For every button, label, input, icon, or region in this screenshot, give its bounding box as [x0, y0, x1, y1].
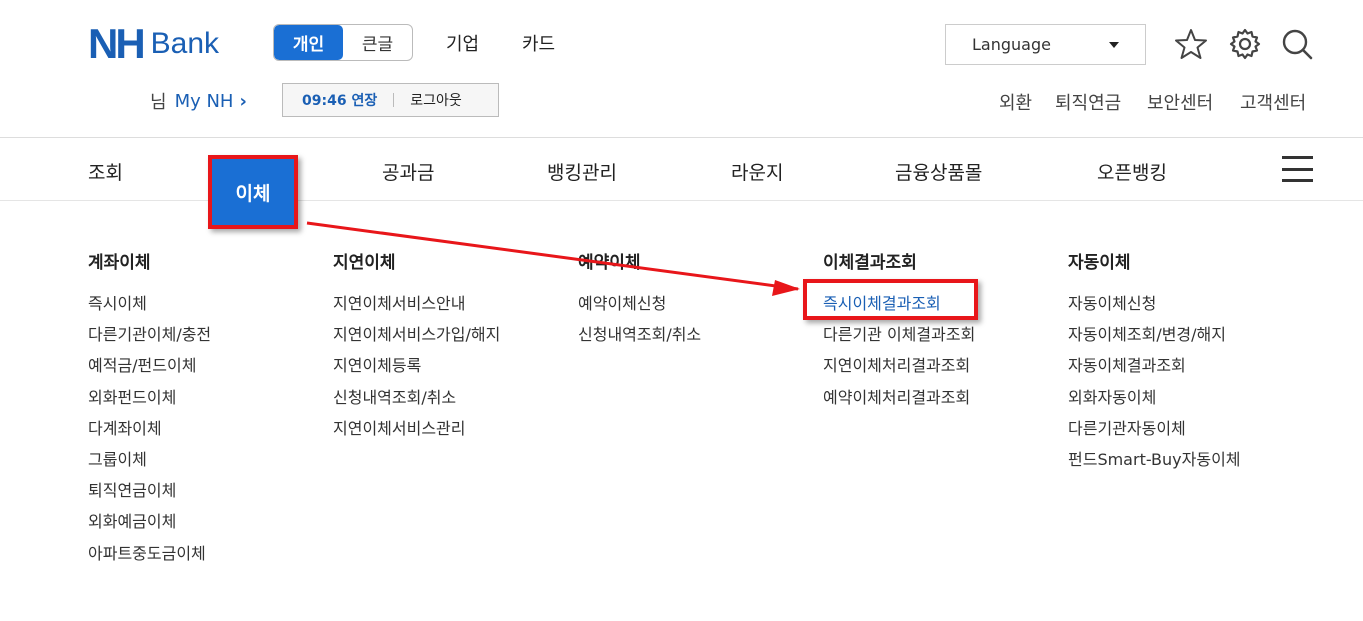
- logout-button[interactable]: 로그아웃: [410, 90, 462, 110]
- segment-personal[interactable]: 개인: [274, 25, 343, 60]
- menu-link[interactable]: 지연이체서비스가입/해지: [333, 319, 500, 350]
- language-select[interactable]: Language: [945, 24, 1146, 65]
- menu-link[interactable]: 펀드Smart-Buy자동이체: [1068, 444, 1241, 475]
- gnb-item-inquiry[interactable]: 조회: [88, 158, 123, 185]
- star-icon[interactable]: [1174, 27, 1208, 61]
- logo-bank-text: Bank: [150, 27, 220, 60]
- gnb-item-transfer[interactable]: 이체: [208, 155, 298, 229]
- menu-col-title: 지연이체: [333, 253, 396, 273]
- menu-link[interactable]: 퇴직연금이체: [88, 475, 211, 506]
- gnb-item-lounge[interactable]: 라운지: [731, 158, 783, 185]
- user-greeting: 님 My NH ›: [150, 88, 247, 114]
- util-link-customer[interactable]: 고객센터: [1240, 89, 1306, 115]
- menu-link[interactable]: 신청내역조회/취소: [578, 319, 701, 350]
- menu-link[interactable]: 지연이체서비스관리: [333, 413, 500, 444]
- menu-link[interactable]: 아파트중도금이체: [88, 538, 211, 569]
- chevron-right-icon: ›: [239, 90, 247, 112]
- top-link-card[interactable]: 카드: [522, 30, 555, 56]
- session-box: 09:46 연장 로그아웃: [282, 83, 499, 117]
- menu-col-delayed-transfer: 지연이체 지연이체서비스안내 지연이체서비스가입/해지 지연이체등록 신청내역조…: [333, 251, 500, 444]
- menu-col-title: 이체결과조회: [823, 253, 917, 273]
- menu-link[interactable]: 외화자동이체: [1068, 382, 1241, 413]
- menu-link[interactable]: 지연이체처리결과조회: [823, 350, 975, 381]
- annotation-highlight-box: [803, 279, 978, 320]
- gnb-item-utility-bills[interactable]: 공과금: [382, 158, 434, 185]
- menu-link[interactable]: 자동이체조회/변경/해지: [1068, 319, 1241, 350]
- menu-link[interactable]: 신청내역조회/취소: [333, 382, 500, 413]
- gnb-item-open-banking[interactable]: 오픈뱅킹: [1097, 158, 1167, 185]
- menu-link[interactable]: 다른기관 이체결과조회: [823, 319, 975, 350]
- caret-down-icon: [1109, 41, 1119, 48]
- menu-link[interactable]: 지연이체서비스안내: [333, 288, 500, 319]
- my-nh-link[interactable]: My NH: [175, 91, 234, 112]
- util-link-security[interactable]: 보안센터: [1147, 89, 1213, 115]
- gnb-divider: [0, 200, 1363, 201]
- session-divider: [393, 93, 395, 107]
- segment-large-text[interactable]: 큰글: [343, 25, 412, 60]
- menu-col-title: 예약이체: [578, 253, 641, 273]
- menu-link[interactable]: 예약이체신청: [578, 288, 701, 319]
- menu-link[interactable]: 다계좌이체: [88, 413, 211, 444]
- logo-nh-text: NH: [88, 20, 146, 67]
- util-link-pension[interactable]: 퇴직연금: [1055, 89, 1121, 115]
- header-divider: [0, 137, 1363, 138]
- util-link-forex[interactable]: 외환: [999, 89, 1032, 115]
- session-extend-button[interactable]: 09:46 연장: [302, 90, 377, 110]
- menu-col-title: 자동이체: [1068, 253, 1131, 273]
- personal-large-toggle: 개인 큰글: [273, 24, 413, 61]
- menu-link[interactable]: 다른기관이체/충전: [88, 319, 211, 350]
- gnb-item-products[interactable]: 금융상품몰: [895, 158, 982, 185]
- hamburger-menu-icon[interactable]: [1282, 156, 1313, 182]
- menu-col-scheduled-transfer: 예약이체 예약이체신청 신청내역조회/취소: [578, 251, 701, 350]
- language-label: Language: [972, 35, 1051, 54]
- menu-link[interactable]: 지연이체등록: [333, 350, 500, 381]
- nh-bank-logo[interactable]: NH Bank: [88, 20, 220, 67]
- menu-link[interactable]: 외화펀드이체: [88, 382, 211, 413]
- menu-link[interactable]: 자동이체결과조회: [1068, 350, 1241, 381]
- menu-link[interactable]: 그룹이체: [88, 444, 211, 475]
- gear-icon[interactable]: [1228, 27, 1262, 61]
- menu-link[interactable]: 즉시이체: [88, 288, 211, 319]
- menu-col-account-transfer: 계좌이체 즉시이체 다른기관이체/충전 예적금/펀드이체 외화펀드이체 다계좌이…: [88, 251, 211, 569]
- menu-link[interactable]: 자동이체신청: [1068, 288, 1241, 319]
- menu-link[interactable]: 다른기관자동이체: [1068, 413, 1241, 444]
- menu-link[interactable]: 외화예금이체: [88, 506, 211, 537]
- user-honorific: 님: [150, 92, 167, 113]
- menu-col-transfer-results: 이체결과조회 즉시이체결과조회 다른기관 이체결과조회 지연이체처리결과조회 예…: [823, 251, 975, 413]
- menu-col-auto-transfer: 자동이체 자동이체신청 자동이체조회/변경/해지 자동이체결과조회 외화자동이체…: [1068, 251, 1241, 475]
- search-icon[interactable]: [1280, 27, 1314, 61]
- menu-link[interactable]: 예적금/펀드이체: [88, 350, 211, 381]
- menu-col-title: 계좌이체: [88, 253, 151, 273]
- top-link-business[interactable]: 기업: [446, 30, 479, 56]
- menu-link[interactable]: 예약이체처리결과조회: [823, 382, 975, 413]
- gnb-item-banking-management[interactable]: 뱅킹관리: [547, 158, 617, 185]
